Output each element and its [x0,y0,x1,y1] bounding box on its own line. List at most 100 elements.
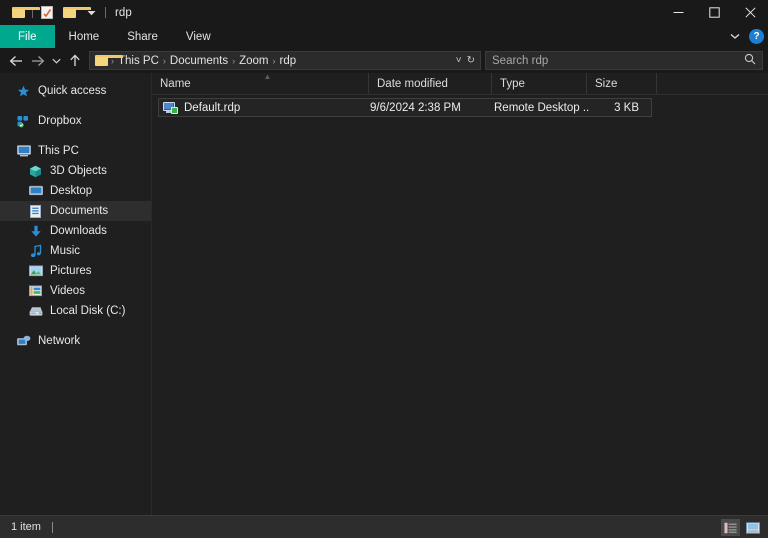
item-count-label: 1 item [11,521,41,533]
sidebar-item-dropbox[interactable]: Dropbox [0,111,151,131]
view-mode-buttons [721,519,762,536]
disk-icon [28,304,43,319]
pictures-icon [28,264,43,279]
file-name-cell: Default.rdp [159,101,370,114]
sidebar-item-quick-access[interactable]: Quick access [0,81,151,101]
window-controls [660,0,768,25]
tab-file[interactable]: File [0,25,55,48]
recent-locations-button[interactable] [49,50,64,72]
file-size-cell: 3 KB [614,101,639,114]
sidebar-label: Documents [50,205,109,217]
cube-icon [28,164,43,179]
sidebar-item-desktop[interactable]: Desktop [0,181,151,201]
address-input[interactable]: › This PC › Documents › Zoom › rdp ˅ ↻ [89,51,481,70]
sidebar-label: Desktop [50,185,93,197]
sidebar-item-local-disk-c[interactable]: Local Disk (C:) [0,301,151,321]
folder-icon[interactable] [7,2,40,24]
search-icon[interactable] [744,52,756,70]
computer-icon [16,144,31,159]
properties-icon[interactable] [36,2,58,24]
column-header-date-modified[interactable]: Date modified [369,73,492,94]
address-folder-icon [93,50,123,72]
large-icons-view-button[interactable] [743,519,762,536]
sidebar-item-documents[interactable]: Documents [0,201,151,221]
sidebar-label: Pictures [50,265,92,277]
forward-button[interactable] [27,50,49,72]
refresh-icon[interactable]: ↻ [467,55,475,66]
sidebar-item-pictures[interactable]: Pictures [0,261,151,281]
address-dropdown-icon[interactable]: ˅ [456,55,462,66]
details-view-button[interactable] [721,519,740,536]
chevron-down-icon[interactable] [727,25,743,48]
sidebar-item-videos[interactable]: Videos [0,281,151,301]
search-placeholder: Search rdp [492,54,549,67]
up-button[interactable] [64,50,86,72]
desktop-icon [28,184,43,199]
sidebar-item-3d-objects[interactable]: 3D Objects [0,161,151,181]
breadcrumb-item-zoom[interactable]: Zoom [236,55,271,67]
sidebar-item-downloads[interactable]: Downloads [0,221,151,241]
sidebar-label: 3D Objects [50,165,107,177]
file-name: Default.rdp [184,101,241,114]
sidebar-label: Downloads [50,225,107,237]
sidebar-label: Local Disk (C:) [50,305,126,317]
sidebar-item-music[interactable]: Music [0,241,151,261]
tab-view[interactable]: View [172,25,225,48]
music-icon [28,244,43,259]
table-row[interactable]: Default.rdp 9/6/2024 2:38 PM Remote Desk… [158,98,652,117]
explorer-body: Quick access Dropbox This PC 3D Objects … [0,73,768,515]
sidebar-label: Videos [50,285,85,297]
file-type-cell: Remote Desktop ... [494,101,589,114]
customize-chevron-icon[interactable] [80,2,102,24]
help-button[interactable]: ? [749,29,764,44]
file-items: Default.rdp 9/6/2024 2:38 PM Remote Desk… [152,95,768,515]
minimize-button[interactable] [660,0,696,25]
download-icon [28,224,43,239]
quick-access-toolbar: rdp [0,2,132,24]
tab-home[interactable]: Home [55,25,114,48]
status-divider [51,521,53,533]
window-title: rdp [115,6,132,19]
address-bar: › This PC › Documents › Zoom › rdp ˅ ↻ S… [0,48,768,73]
title-divider [105,7,106,18]
sidebar-label: Network [38,335,81,347]
sidebar-item-this-pc[interactable]: This PC [0,141,151,161]
sidebar-label: This PC [38,145,79,157]
ribbon-controls: ? [727,25,764,48]
documents-icon [28,204,43,219]
star-icon [16,84,31,99]
new-folder-icon[interactable] [58,2,91,24]
breadcrumb-item-documents[interactable]: Documents [167,55,231,67]
videos-icon [28,284,43,299]
back-button[interactable] [5,50,27,72]
network-icon [16,334,31,349]
tab-share[interactable]: Share [113,25,172,48]
file-date-cell: 9/6/2024 2:38 PM [370,101,461,114]
column-header-type[interactable]: Type [492,73,587,94]
search-input[interactable]: Search rdp [485,51,763,70]
breadcrumb-item-rdp[interactable]: rdp [276,55,299,67]
rdp-file-icon [163,101,178,114]
sort-ascending-icon: ▲ [263,72,272,81]
column-header-row: ▲ Name Date modified Type Size [152,73,768,95]
dropbox-icon [16,114,31,129]
column-header-size[interactable]: Size [587,73,657,94]
sidebar-label: Dropbox [38,115,82,127]
file-explorer-window: rdp File Home Share View ? › This PC › D… [0,0,768,538]
status-bar: 1 item [0,515,768,538]
sidebar-label: Quick access [38,85,107,97]
maximize-button[interactable] [696,0,732,25]
title-bar: rdp [0,0,768,25]
breadcrumb: › This PC › Documents › Zoom › rdp [110,55,456,67]
sidebar-item-network[interactable]: Network [0,331,151,351]
ribbon-tab-bar: File Home Share View ? [0,25,768,48]
file-list-pane: ▲ Name Date modified Type Size Default.r… [152,73,768,515]
sidebar-label: Music [50,245,81,257]
column-header-name[interactable]: Name [152,73,369,94]
close-button[interactable] [732,0,768,25]
address-actions: ˅ ↻ [456,55,477,66]
navigation-pane: Quick access Dropbox This PC 3D Objects … [0,73,152,515]
